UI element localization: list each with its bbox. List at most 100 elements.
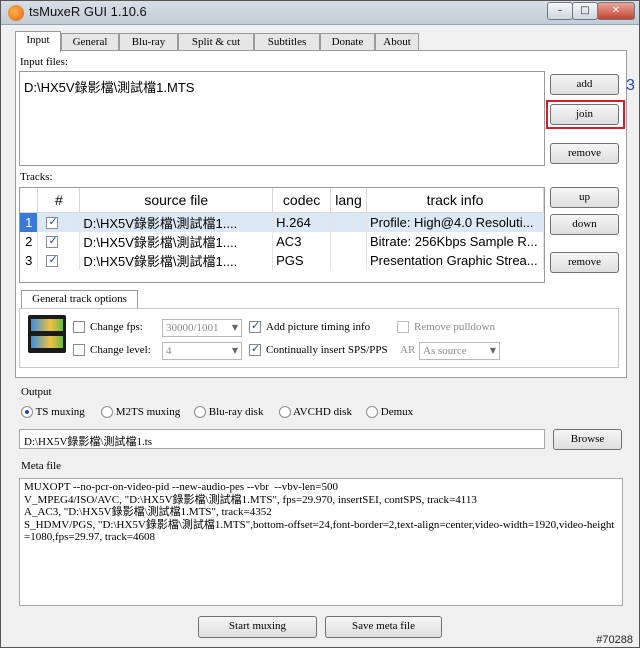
mode-blu-ray-disk-label: Blu-ray disk [208, 406, 264, 418]
meta-line: MUXOPT --no-pcr-on-video-pid --new-audio… [24, 481, 338, 493]
input-file-item[interactable]: D:\HX5V錄影檔\測試檔1.MTS [24, 77, 194, 96]
remove-track-button[interactable]: remove [550, 252, 619, 273]
row-track-info: Presentation Graphic Strea... [366, 250, 545, 270]
row-source-file: D:\HX5V錄影檔\測試檔1.... [79, 212, 274, 232]
table-row[interactable]: 2 D:\HX5V錄影檔\測試檔1.... AC3 Bitrate: 256Kb… [20, 231, 545, 251]
tab-blu-ray[interactable]: Blu-ray [119, 33, 178, 51]
insert-sps-label: Continually insert SPS/PPS [266, 344, 388, 356]
app-icon [8, 5, 24, 21]
mode-avchd-disk-label: AVCHD disk [293, 406, 352, 418]
add-picture-timing-checkbox[interactable] [249, 319, 261, 333]
output-path-input[interactable]: D:\HX5V錄影檔\測試檔1.ts [19, 429, 545, 449]
radio-icon[interactable] [101, 406, 113, 419]
ar-select: As source ▼ [419, 342, 500, 360]
mode-ts-muxing[interactable]: TS muxing [21, 406, 85, 419]
remove-pulldown-label: Remove pulldown [414, 321, 495, 333]
input-files-label: Input files: [20, 56, 68, 68]
meta-line: S_HDMV/PGS, "D:\HX5V錄影檔\測試檔1.MTS",bottom… [24, 518, 615, 544]
image-watermark: #70288 [596, 634, 633, 646]
col-header-number[interactable]: # [37, 188, 81, 213]
video-track-icon [28, 315, 66, 353]
chevron-down-icon: ▼ [231, 323, 238, 332]
join-button[interactable]: join [550, 104, 619, 125]
input-files-list[interactable]: D:\HX5V錄影檔\測試檔1.MTS [19, 71, 545, 166]
mode-m2ts-muxing[interactable]: M2TS muxing [101, 406, 181, 419]
tab-donate[interactable]: Donate [320, 33, 375, 51]
row-lang[interactable] [330, 231, 367, 251]
tracks-label: Tracks: [20, 171, 53, 183]
tracks-header-row: # source file codec lang track info [20, 188, 545, 213]
row-codec: PGS [272, 250, 332, 270]
ar-label: AR [400, 344, 416, 356]
add-picture-timing-label: Add picture timing info [266, 321, 371, 333]
track-enable-checkbox[interactable] [46, 234, 59, 249]
mode-demux[interactable]: Demux [366, 406, 414, 419]
row-source-file: D:\HX5V錄影檔\測試檔1.... [79, 231, 274, 251]
radio-icon[interactable] [366, 406, 378, 419]
table-row[interactable]: 3 D:\HX5V錄影檔\測試檔1.... PGS Presentation G… [20, 250, 545, 270]
tab-split-cut[interactable]: Split & cut [178, 33, 254, 51]
track-enable-checkbox[interactable] [46, 253, 59, 268]
row-lang[interactable] [330, 250, 367, 270]
row-lang[interactable] [330, 212, 367, 232]
title-bar[interactable]: tsMuxeR GUI 1.10.6 – □ ✕ [1, 1, 639, 25]
table-row[interactable]: 1 D:\HX5V錄影檔\測試檔1.... H.264 Profile: Hig… [20, 212, 545, 232]
tab-general[interactable]: General [61, 33, 119, 51]
row-track-info: Profile: High@4.0 Resoluti... [366, 212, 545, 232]
mode-blu-ray-disk[interactable]: Blu-ray disk [194, 406, 264, 419]
fps-select[interactable]: 30000/1001 ▼ [162, 319, 242, 337]
mode-avchd-disk[interactable]: AVCHD disk [279, 406, 352, 419]
insert-sps-checkbox[interactable] [249, 342, 261, 356]
row-number: 3 [20, 250, 39, 270]
output-section-title: Output [21, 386, 52, 398]
browse-button[interactable]: Browse [553, 429, 622, 450]
chevron-down-icon: ▼ [489, 346, 496, 355]
col-header-lang[interactable]: lang [330, 188, 367, 213]
meta-line: V_MPEG4/ISO/AVC, "D:\HX5V錄影檔\測試檔1.MTS", … [24, 493, 477, 506]
mode-demux-label: Demux [380, 406, 414, 418]
radio-icon[interactable] [279, 406, 291, 419]
col-header-source-file[interactable]: source file [79, 188, 274, 213]
row-number: 2 [20, 231, 39, 251]
row-track-info: Bitrate: 256Kbps Sample R... [366, 231, 545, 251]
meta-file-textarea[interactable]: MUXOPT --no-pcr-on-video-pid --new-audio… [19, 478, 623, 606]
radio-icon[interactable] [194, 406, 206, 419]
minimize-button[interactable]: – [547, 2, 573, 20]
change-fps-label: Change fps: [90, 321, 143, 333]
tab-input[interactable]: Input [15, 31, 61, 52]
row-source-file: D:\HX5V錄影檔\測試檔1.... [79, 250, 274, 270]
move-down-button[interactable]: down [550, 214, 619, 235]
row-codec: H.264 [272, 212, 332, 232]
add-button[interactable]: add [550, 74, 619, 95]
fps-select-value: 30000/1001 [166, 322, 219, 334]
move-up-button[interactable]: up [550, 187, 619, 208]
radio-selected-icon[interactable] [21, 406, 33, 419]
maximize-button[interactable]: □ [572, 2, 598, 20]
level-select-value: 4 [166, 345, 172, 357]
change-fps-checkbox[interactable] [73, 321, 85, 333]
row-number: 1 [20, 212, 39, 232]
tab-general-track-options[interactable]: General track options [21, 290, 138, 309]
col-header-track-info[interactable]: track info [366, 188, 545, 213]
col-header-codec[interactable]: codec [272, 188, 332, 213]
tracks-table[interactable]: # source file codec lang track info 1 D:… [19, 187, 545, 283]
window-title: tsMuxeR GUI 1.10.6 [29, 4, 147, 19]
track-enable-checkbox[interactable] [46, 215, 59, 230]
level-select[interactable]: 4 ▼ [162, 342, 242, 360]
tab-about[interactable]: About [375, 33, 419, 51]
save-meta-file-button[interactable]: Save meta file [325, 616, 442, 638]
start-muxing-button[interactable]: Start muxing [198, 616, 317, 638]
ar-select-value: As source [423, 345, 467, 357]
meta-line: A_AC3, "D:\HX5V錄影檔\測試檔1.MTS", track=4352 [24, 506, 272, 519]
close-button[interactable]: ✕ [597, 2, 635, 20]
tab-subtitles[interactable]: Subtitles [254, 33, 320, 51]
change-level-checkbox[interactable] [73, 344, 85, 356]
track-options-group [19, 308, 619, 368]
remove-file-button[interactable]: remove [550, 143, 619, 164]
mode-m2ts-muxing-label: M2TS muxing [115, 406, 181, 418]
meta-file-title: Meta file [21, 460, 62, 472]
remove-pulldown-checkbox [397, 321, 409, 333]
app-window: tsMuxeR GUI 1.10.6 – □ ✕ Input General B… [0, 0, 640, 648]
col-header-rownum [20, 188, 39, 213]
stray-number: 3 [626, 77, 635, 94]
